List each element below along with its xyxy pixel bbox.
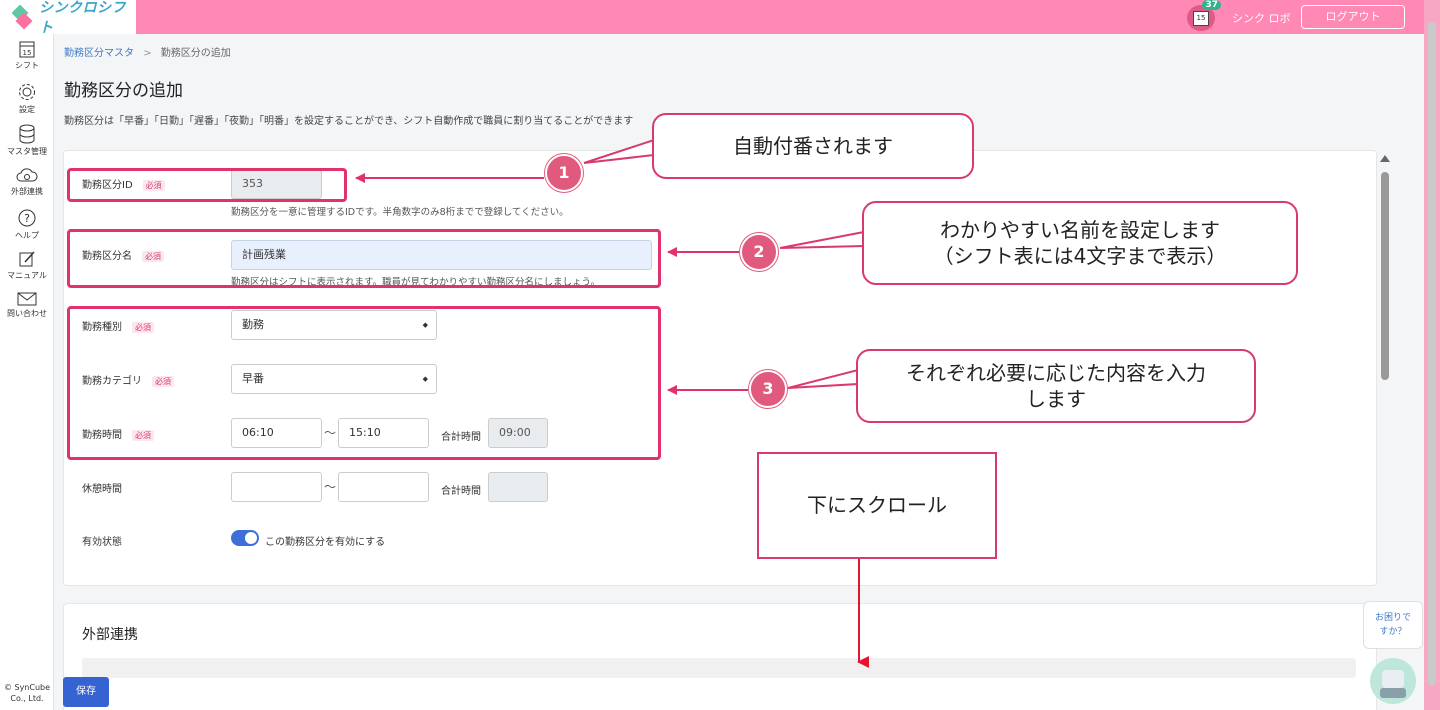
annotation-number-1: 1 (545, 154, 583, 192)
cloud-sync-icon (16, 168, 38, 182)
break-start-input[interactable] (231, 472, 322, 502)
breadcrumb-current: 勤務区分の追加 (160, 48, 231, 59)
copyright: © SynCube Co., Ltd. (3, 683, 51, 703)
logout-button[interactable]: ログアウト (1301, 5, 1405, 29)
svg-text:15: 15 (23, 49, 32, 57)
sidebar-item-manual[interactable]: マニュアル (0, 250, 54, 281)
breadcrumb: 勤務区分マスタ > 勤務区分の追加 (64, 44, 231, 59)
svg-text:?: ? (24, 212, 30, 225)
form-scrollbar-thumb[interactable] (1381, 172, 1389, 380)
highlight-box-2 (67, 229, 661, 288)
sidebar-item-contact[interactable]: 問い合わせ (0, 292, 54, 319)
sidebar-item-help[interactable]: ? ヘルプ (0, 208, 54, 241)
sidebar-item-label: 設定 (19, 105, 35, 114)
external-bar (82, 658, 1356, 678)
sidebar-item-master[interactable]: マスタ管理 (0, 124, 54, 157)
help-bubble[interactable]: お困りで すか？ (1363, 601, 1423, 649)
break-total-value (488, 472, 548, 502)
logo-mark-icon (11, 4, 33, 30)
external-title: 外部連携 (82, 627, 138, 643)
sidebar-item-label: シフト (15, 61, 39, 70)
break-end-input[interactable] (338, 472, 429, 502)
status-toggle-text: この勤務区分を有効にする (265, 537, 386, 548)
highlight-box-1 (67, 168, 347, 202)
calendar-icon: 15 (19, 41, 35, 58)
top-bar (0, 0, 1440, 34)
sidebar-item-shift[interactable]: 15 シフト (0, 40, 54, 71)
notification-count-badge: 37 (1202, 0, 1221, 10)
sidebar-item-label: 外部連携 (11, 187, 43, 196)
status-toggle[interactable] (231, 530, 259, 546)
break-total-label: 合計時間 (441, 486, 481, 497)
highlight-box-3 (67, 306, 661, 460)
page-description: 勤務区分は「早番」「日勤」「遅番」「夜勤」「明番」を設定することができ、シフト自… (64, 116, 634, 127)
page-scrollbar-thumb[interactable] (1428, 22, 1436, 686)
user-name: シンク ロボ (1232, 12, 1291, 25)
scroll-note: 下にスクロール (757, 452, 997, 559)
mail-icon (17, 292, 37, 306)
external-card (63, 603, 1377, 710)
notification-calendar-button[interactable]: 15 37 (1187, 0, 1221, 31)
help-bot-avatar-icon[interactable] (1370, 658, 1416, 704)
manual-icon (19, 251, 35, 267)
page-title: 勤務区分の追加 (64, 81, 183, 101)
app-logo[interactable]: シンクロシフト (0, 0, 136, 36)
logo-text: シンクロシフト (39, 0, 127, 36)
callout-1: 自動付番されます (652, 113, 974, 179)
sidebar-item-label: マニュアル (7, 271, 47, 280)
sidebar-item-external[interactable]: 外部連携 (0, 166, 54, 197)
save-button[interactable]: 保存 (63, 677, 109, 707)
scroll-up-arrow-icon[interactable] (1380, 155, 1390, 162)
gear-icon (19, 84, 35, 100)
calendar-icon: 15 (1193, 10, 1209, 26)
sidebar: 15 シフト 設定 マスタ管理 外部連携 ? ヘルプ マニュアル 問い合わせ (0, 34, 54, 710)
sidebar-item-label: ヘルプ (15, 231, 39, 240)
breadcrumb-separator: > (143, 48, 152, 59)
database-icon (19, 124, 35, 144)
help-icon: ? (18, 209, 36, 227)
sidebar-item-label: マスタ管理 (7, 147, 47, 156)
callout-3: それぞれ必要に応じた内容を入力 します (856, 349, 1256, 423)
status-label: 有効状態 (82, 537, 122, 548)
sidebar-item-label: 問い合わせ (7, 309, 47, 318)
breadcrumb-link-master[interactable]: 勤務区分マスタ (64, 48, 134, 59)
annotation-number-3: 3 (749, 370, 787, 408)
break-time-tilde: 〜 (324, 480, 337, 494)
annotation-number-2: 2 (740, 233, 778, 271)
id-hint: 勤務区分を一意に管理するIDです。半角数字のみ8桁までで登録してください。 (231, 207, 569, 218)
break-time-label: 休憩時間 (82, 484, 122, 495)
callout-2: わかりやすい名前を設定します （シフト表には4文字まで表示） (862, 201, 1298, 285)
sidebar-item-settings[interactable]: 設定 (0, 82, 54, 115)
